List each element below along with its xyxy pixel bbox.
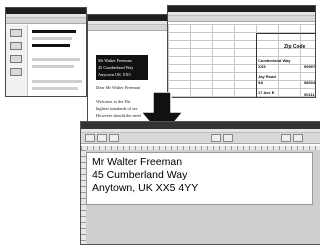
sheet-cell: Cumberland Way [258, 58, 291, 63]
letter-body-line: highest standards of ser [96, 106, 138, 111]
email-preview-line [32, 87, 78, 90]
label-editor-window[interactable]: Mr Walter Freeman 45 Cumberland Way Anyt… [80, 121, 320, 245]
label-titlebar [81, 122, 320, 129]
toolbar-button[interactable] [211, 134, 221, 142]
email-nav-pane [6, 25, 28, 96]
letter-body-line: Welcome to the Dir [96, 99, 131, 104]
email-list-item[interactable] [32, 44, 70, 47]
email-preview-line [32, 65, 74, 68]
email-preview-line [32, 80, 82, 83]
toolbar-button[interactable] [109, 134, 119, 142]
toolbar-button[interactable] [281, 134, 291, 142]
zip-cell: 00111 [304, 92, 315, 97]
sheet-cell: Jay Road [258, 74, 276, 79]
toolbar-button[interactable] [223, 134, 233, 142]
selected-address-block[interactable]: Mr Walter Freeman 45 Cumberland Way Anyt… [96, 55, 148, 80]
sheet-cell: 17 Ave E [258, 90, 275, 95]
letter-salutation: Dear Mr Walter Freeman [96, 85, 141, 90]
letter-body-line: However should the need [96, 113, 141, 118]
address-line: 45 Cumberland Way [98, 65, 134, 70]
label-canvas[interactable]: Mr Walter Freeman 45 Cumberland Way Anyt… [86, 150, 320, 244]
address-line: Mr Walter Freeman [98, 58, 132, 63]
address-label[interactable]: Mr Walter Freeman 45 Cumberland Way Anyt… [86, 152, 313, 205]
zip-cell: 9999? [304, 64, 316, 69]
calendar-icon[interactable] [10, 55, 22, 63]
toolbar-button[interactable] [97, 134, 107, 142]
address-line: Anytown UK XX5 [98, 72, 131, 77]
label-address-line: 45 Cumberland Way [92, 169, 188, 181]
email-toolbar [6, 18, 86, 24]
email-list-item[interactable] [32, 37, 72, 40]
letter-toolbar [88, 25, 167, 31]
email-client-window[interactable] [5, 7, 87, 97]
spreadsheet-window[interactable]: Zip Code Cumberland Way XX5 Jay Road 9A … [167, 5, 316, 98]
toolbar-button[interactable] [85, 134, 95, 142]
email-preview-line [32, 58, 80, 61]
inbox-icon[interactable] [10, 29, 22, 37]
sheet-toolbar [168, 16, 315, 22]
notes-icon[interactable] [10, 68, 22, 76]
toolbar-button[interactable] [293, 134, 303, 142]
email-selected-item[interactable] [32, 30, 76, 33]
zip-cell: 98004 [304, 80, 316, 85]
contacts-icon[interactable] [10, 42, 22, 50]
label-address-line: Anytown, UK XX5 4YY [92, 182, 199, 194]
sheet-cell: XX5 [258, 64, 266, 69]
label-address-line: Mr Walter Freeman [92, 156, 183, 168]
sheet-cell: 9A [258, 80, 264, 85]
